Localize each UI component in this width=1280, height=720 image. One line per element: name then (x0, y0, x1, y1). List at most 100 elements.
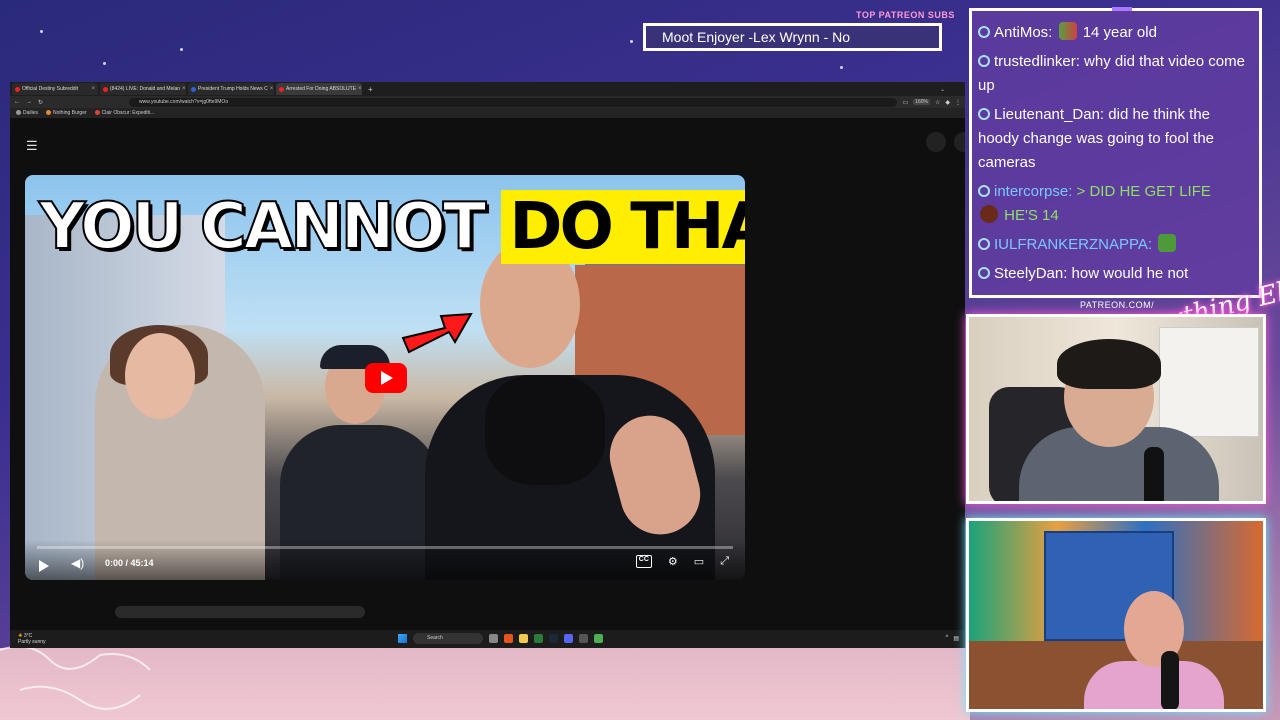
tab-label: Official Destiny Subreddit (22, 86, 79, 92)
chat-bullet-icon (978, 55, 990, 67)
miniplayer-icon[interactable]: ▭ (694, 555, 704, 568)
youtube-icon (103, 86, 108, 92)
zoom-level[interactable]: 160% (913, 99, 930, 105)
chat-bullet-icon (978, 238, 990, 250)
captions-button[interactable]: CC (635, 555, 652, 568)
tab-label: Arrested For Doing ABSOLUTE (286, 86, 357, 92)
tab-arrested-video[interactable]: Arrested For Doing ABSOLUTE × (276, 83, 362, 95)
thumbnail-gloved-hand (485, 375, 605, 485)
url-input[interactable]: www.youtube.com/watch?v=jg0fte9MOo (129, 97, 897, 107)
volume-icon[interactable]: ◀) (71, 556, 84, 570)
task-view-icon[interactable] (489, 634, 498, 643)
chat-message: trustedlinker: why did that video come u… (978, 50, 1253, 98)
webcam-person-shirt (1084, 661, 1224, 709)
thumbnail-title: YOU CANNOTDO THAT (38, 183, 745, 271)
steam-icon[interactable] (549, 634, 558, 643)
tab-destiny-subreddit[interactable]: Official Destiny Subreddit × (12, 83, 98, 95)
avatar[interactable] (926, 132, 946, 152)
patreon-url: PATREON.COM/ (1080, 300, 1155, 310)
cast-icon[interactable]: ▭ (903, 99, 909, 106)
close-icon[interactable]: × (358, 86, 362, 92)
microphone-icon (1144, 447, 1164, 501)
discord-icon[interactable] (564, 634, 573, 643)
thumbnail-text-white: YOU CANNOT (38, 189, 487, 265)
big-play-button[interactable] (365, 363, 407, 393)
reddit-icon (15, 86, 20, 92)
weather-desc: Partly sunny (18, 639, 46, 645)
chat-message: intercorpse: > DID HE GET LIFE HE'S 14 (978, 180, 1253, 228)
hamburger-menu-icon[interactable]: ☰ (26, 138, 38, 154)
webcam-dresser (1159, 327, 1259, 437)
video-time: 0:00 / 45:14 (105, 558, 154, 568)
notification-icon[interactable] (954, 132, 965, 152)
play-icon[interactable] (39, 560, 49, 572)
tab-president-trump[interactable]: President Trump Holds News C × (188, 83, 274, 95)
fullscreen-icon[interactable]: ⤢ (720, 555, 729, 568)
chat-username: SteelyDan: (994, 265, 1068, 282)
network-icon[interactable]: ▤ (953, 635, 959, 642)
progress-bar[interactable] (37, 546, 733, 549)
emote-icon (980, 205, 998, 223)
webcam-person-hair (1057, 339, 1161, 389)
burger-icon (46, 110, 52, 116)
file-explorer-icon[interactable] (519, 634, 528, 643)
chat-text: how would he not (1071, 265, 1189, 282)
chevron-up-icon[interactable]: ^ (946, 635, 949, 642)
bookmark-dailies[interactable]: Dailies (16, 110, 38, 116)
tab-live-donald[interactable]: (8424) LIVE: Donald and Melan × (100, 83, 186, 95)
chat-bullet-icon (978, 108, 990, 120)
youtube-icon (94, 110, 100, 116)
bookmarks-bar: Dailies Nothing Burger Clair Obscur: Exp… (10, 108, 965, 118)
chat-bullet-icon (978, 267, 990, 279)
system-tray: ^ ▤ (946, 635, 960, 642)
chat-text-greentext: > DID HE GET LIFE (1076, 183, 1211, 200)
close-icon[interactable]: × (182, 86, 186, 92)
tab-bar: Official Destiny Subreddit × (8424) LIVE… (10, 82, 965, 96)
pepe-emote-icon (1158, 234, 1177, 252)
bookmark-clair-obscur[interactable]: Clair Obscur: Expediti... (94, 110, 154, 116)
chat-panel: AntiMos: 14 year old trustedlinker: why … (969, 7, 1262, 298)
tab-search-icon[interactable]: ⌄ (940, 86, 945, 93)
chat-username: AntiMos: (994, 24, 1053, 41)
forward-icon[interactable]: → (26, 99, 32, 105)
chat-message: Lieutenant_Dan: did he think the hoody c… (978, 103, 1253, 175)
app-icon[interactable] (534, 634, 543, 643)
firefox-icon[interactable] (504, 634, 513, 643)
windows-taskbar: ☀ 3°C Partly sunny Search ^ ▤ (10, 630, 965, 648)
tab-label: President Trump Holds News C (198, 86, 268, 92)
chat-username: trustedlinker: (994, 53, 1080, 70)
extensions-icon[interactable]: ◆ (945, 99, 950, 106)
thumbnail-text-yellow: DO THAT (501, 190, 745, 264)
chat-text: 14 year old (1082, 24, 1157, 41)
chat-message: IULFRANKERZNAPPA: (978, 233, 1253, 257)
chrome-icon[interactable] (594, 634, 603, 643)
browser-window: Official Destiny Subreddit × (8424) LIVE… (10, 82, 965, 648)
settings-gear-icon[interactable]: ⚙ (668, 555, 678, 568)
video-controls: ◀) 0:00 / 45:14 CC ⚙ ▭ ⤢ (25, 540, 745, 580)
new-tab-button[interactable]: + (364, 85, 373, 94)
top-patreon-label: TOP PATREON SUBS (856, 10, 955, 20)
webcam-streamer-2 (966, 518, 1266, 712)
reload-icon[interactable]: ↻ (38, 99, 43, 106)
star-decoration (40, 30, 43, 33)
chat-text-greentext: HE'S 14 (1004, 207, 1059, 224)
bookmark-nothing-burger[interactable]: Nothing Burger (46, 110, 87, 116)
obs-icon[interactable] (579, 634, 588, 643)
weather-widget[interactable]: ☀ 3°C Partly sunny (18, 633, 46, 645)
bookmark-star-icon[interactable]: ☆ (935, 99, 940, 106)
close-icon[interactable]: × (270, 86, 274, 92)
star-decoration (840, 66, 843, 69)
windows-start-icon[interactable] (398, 634, 407, 643)
news-icon (191, 86, 196, 92)
patreon-ticker: Moot Enjoyer -Lex Wrynn - No (643, 23, 942, 51)
close-icon[interactable]: × (91, 86, 95, 92)
taskbar-search[interactable]: Search (413, 633, 483, 644)
star-decoration (630, 40, 633, 43)
menu-icon[interactable]: ⋮ (955, 99, 961, 106)
chat-username: Lieutenant_Dan: (994, 106, 1105, 123)
video-title-placeholder (115, 606, 365, 618)
chat-accent (1112, 7, 1132, 11)
red-arrow-icon (401, 312, 473, 354)
back-icon[interactable]: ← (14, 99, 20, 105)
video-player[interactable]: YOU CANNOTDO THAT ◀) 0:00 / 45:14 CC ⚙ ▭… (25, 175, 745, 580)
